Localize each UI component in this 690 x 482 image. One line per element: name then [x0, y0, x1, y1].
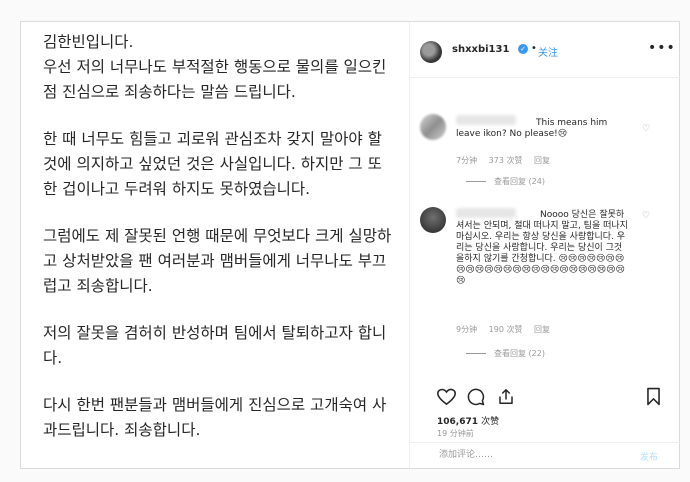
view-replies-button[interactable]: 查看回复 (24)	[466, 176, 545, 187]
post-comment-button[interactable]: 发布	[640, 450, 658, 463]
username-link[interactable]: shxxbi131	[452, 44, 509, 55]
comment-time: 9分钟	[456, 325, 478, 334]
comment-time: 7分钟	[456, 156, 478, 165]
action-bar	[410, 382, 680, 412]
separator: •	[531, 43, 537, 54]
heart-icon[interactable]	[436, 388, 457, 410]
comment-meta: 9分钟 190 次赞 回复	[456, 324, 559, 335]
follow-button[interactable]: 关注	[538, 44, 558, 59]
post-text: 김한빈입니다. 우선 저의 너무나도 부적절한 행동으로 물의를 일으킨 점 진…	[43, 30, 393, 465]
commenter-avatar[interactable]	[420, 114, 446, 140]
post-image[interactable]: 김한빈입니다. 우선 저의 너무나도 부적절한 행동으로 물의를 일으킨 점 진…	[21, 22, 409, 468]
comment-like-heart-icon[interactable]: ♡	[642, 211, 650, 221]
comment-text: Noooo 당신은 잘못하셔서는 안되며, 절대 떠나지 말고, 팀을 떠나지 …	[456, 210, 628, 286]
comment-bubble-icon[interactable]	[467, 388, 485, 410]
comment-like-heart-icon[interactable]: ♡	[642, 124, 650, 134]
verified-badge-icon: ✓	[518, 44, 528, 54]
like-count-label: 次赞	[481, 417, 500, 427]
comment-list: This means him leave ikon? No please!😢 ♡…	[410, 78, 680, 378]
post-card: 김한빈입니다. 우선 저의 너무나도 부적절한 행동으로 물의를 일으킨 점 진…	[20, 21, 680, 469]
more-options-icon[interactable]: •••	[648, 40, 676, 56]
bookmark-icon[interactable]	[646, 387, 661, 410]
comment-likes[interactable]: 190 次赞	[489, 325, 523, 334]
like-count[interactable]: 106,671 次赞	[437, 414, 499, 427]
comment-meta: 7分钟 373 次赞 回复	[456, 155, 559, 166]
avatar[interactable]	[420, 41, 442, 63]
commenter-avatar[interactable]	[420, 207, 446, 233]
post-paragraph: 저의 잘못을 겸허히 반성하며 팀에서 탈퇴하고자 합니다.	[43, 324, 387, 367]
share-icon[interactable]	[497, 387, 515, 410]
post-header: shxxbi131 ✓ • 关注 •••	[410, 22, 680, 78]
view-replies-button[interactable]: 查看回复 (22)	[466, 348, 545, 359]
post-timestamp[interactable]: 19 分钟前	[437, 428, 474, 439]
post-paragraph: 한 때 너무도 힘들고 괴로워 관심조차 갖지 말아야 할 것에 의지하고 싶었…	[43, 130, 382, 198]
view-replies-label: 查看回复 (24)	[494, 177, 545, 186]
comment-reply-button[interactable]: 回复	[534, 325, 550, 334]
comment-likes[interactable]: 373 次赞	[489, 156, 523, 165]
comment-reply-button[interactable]: 回复	[534, 156, 550, 165]
post-sidebar: shxxbi131 ✓ • 关注 ••• This means him leav…	[409, 22, 680, 468]
post-paragraph: 다시 한번 팬분들과 맴버들에게 진심으로 고개숙여 사과드립니다. 죄송합니다…	[43, 396, 387, 439]
comment-box: 发布	[410, 442, 680, 468]
post-paragraph: 김한빈입니다. 우선 저의 너무나도 부적절한 행동으로 물의를 일으킨 점 진…	[43, 33, 387, 101]
post-paragraph: 그럼에도 제 잘못된 언행 때문에 무엇보다 크게 실망하고 상처받았을 팬 여…	[43, 227, 392, 295]
view-replies-label: 查看回复 (22)	[494, 349, 545, 358]
add-comment-input[interactable]	[437, 449, 621, 461]
comment-text: This means him leave ikon? No please!😢	[456, 118, 608, 139]
like-count-value: 106,671	[437, 417, 478, 427]
replies-divider	[466, 353, 486, 354]
replies-divider	[466, 181, 486, 182]
